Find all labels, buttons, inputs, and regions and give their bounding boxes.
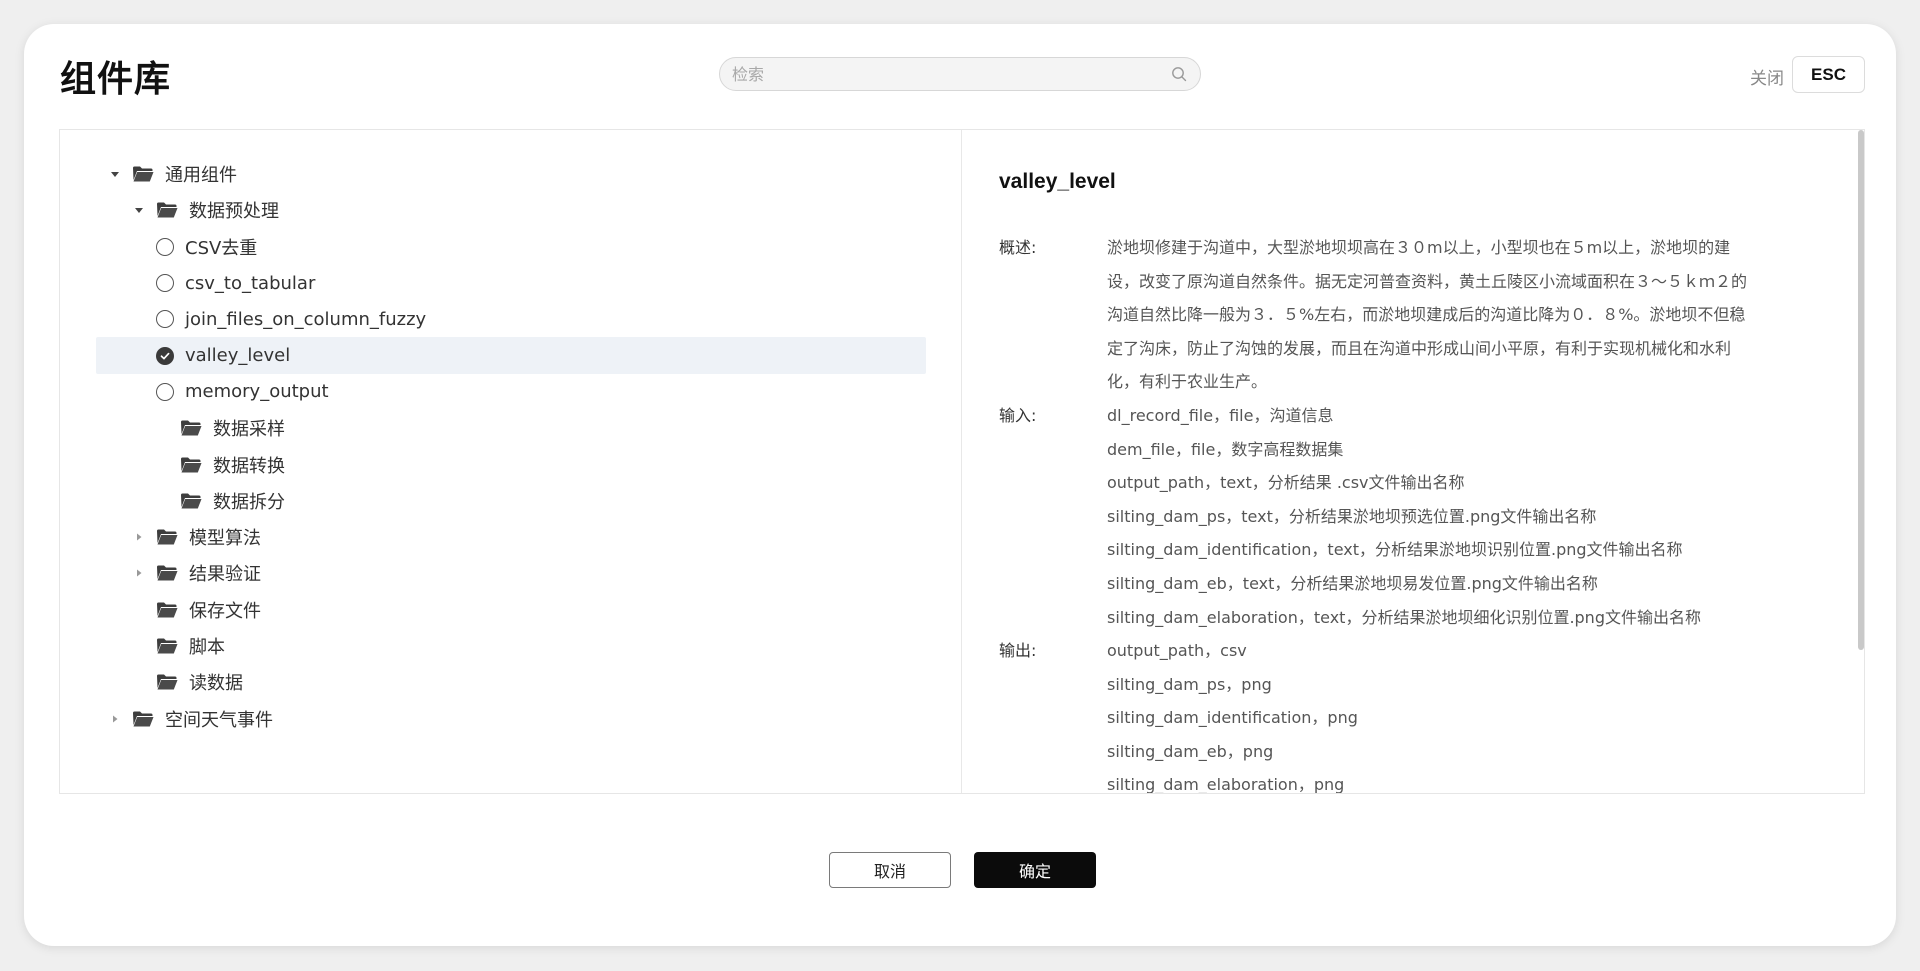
tree-item-1[interactable]: 数据预处理 bbox=[96, 192, 926, 228]
tree-item-2[interactable]: CSV去重 bbox=[96, 229, 926, 265]
component-name: valley_level bbox=[999, 170, 1116, 193]
folder-icon bbox=[132, 710, 154, 728]
tree-item-11[interactable]: 结果验证 bbox=[96, 555, 926, 591]
folder-icon bbox=[180, 492, 202, 510]
dialog-title: 组件库 bbox=[60, 59, 172, 100]
overview-section: 概述: 淤地坝修建于沟道中，大型淤地坝坝高在３０m以上，小型坝也在５m以上，淤地… bbox=[999, 231, 1839, 399]
tree-item-7[interactable]: 数据采样 bbox=[96, 410, 926, 446]
tree-item-10[interactable]: 模型算法 bbox=[96, 519, 926, 555]
tree-item-13[interactable]: 脚本 bbox=[96, 628, 926, 664]
folder-icon bbox=[156, 637, 178, 655]
caret-right-icon[interactable] bbox=[132, 530, 146, 544]
tree-item-label: 数据拆分 bbox=[213, 491, 285, 513]
output-item-line: silting_dam_eb，png bbox=[1107, 741, 1274, 761]
tree-item-9[interactable]: 数据拆分 bbox=[96, 483, 926, 519]
caret-right-icon[interactable] bbox=[132, 566, 146, 580]
tree-item-3[interactable]: csv_to_tabular bbox=[96, 265, 926, 301]
tree-item-label: 数据采样 bbox=[213, 419, 285, 441]
overview-line: 沟道自然比降一般为３．５%左右，而淤地坝建成后的沟道比降为０．８%。淤地坝不但稳 bbox=[1107, 305, 1746, 325]
tree-item-0[interactable]: 通用组件 bbox=[96, 156, 926, 192]
esc-close-button[interactable]: ESC bbox=[1792, 56, 1865, 93]
output-item-line: silting_dam_identification，png bbox=[1107, 708, 1358, 728]
tree-item-label: 读数据 bbox=[189, 673, 243, 695]
search-icon[interactable] bbox=[1170, 65, 1188, 83]
content-panel: 通用组件数据预处理 CSV去重 csv_to_tabular join_files_o… bbox=[59, 129, 1865, 794]
tree-item-6[interactable]: memory_output bbox=[96, 374, 926, 410]
caret-down-icon[interactable] bbox=[108, 167, 122, 181]
tree-item-label: 保存文件 bbox=[189, 600, 261, 622]
search-box[interactable] bbox=[719, 57, 1201, 91]
overview-line: 化，有利于农业生产。 bbox=[1107, 372, 1268, 392]
folder-icon bbox=[156, 673, 178, 691]
tree-item-label: CSV去重 bbox=[185, 237, 258, 259]
tree-item-label: 空间天气事件 bbox=[165, 709, 273, 731]
input-item-line: silting_dam_ps，text，分析结果淤地坝预选位置.png文件输出名… bbox=[1107, 506, 1597, 526]
tree-item-label: 通用组件 bbox=[165, 165, 237, 187]
folder-icon bbox=[156, 564, 178, 582]
caret-down-icon[interactable] bbox=[132, 203, 146, 217]
close-label[interactable]: 关闭 bbox=[1750, 64, 1784, 89]
input-label: 输入: bbox=[999, 406, 1037, 425]
output-item-line: output_path，csv bbox=[1107, 641, 1247, 660]
cancel-button[interactable]: 取消 bbox=[829, 852, 951, 888]
tree-item-label: join_files_on_column_fuzzy bbox=[185, 308, 427, 330]
input-item-line: silting_dam_eb，text，分析结果淤地坝易发位置.png文件输出名… bbox=[1107, 573, 1598, 593]
tree-item-14[interactable]: 读数据 bbox=[96, 664, 926, 700]
tree-item-label: 模型算法 bbox=[189, 528, 261, 550]
folder-icon bbox=[156, 201, 178, 219]
folder-icon bbox=[180, 456, 202, 474]
tree-item-4[interactable]: join_files_on_column_fuzzy bbox=[96, 301, 926, 337]
output-item-line: silting_dam_elaboration，png bbox=[1107, 775, 1345, 793]
component-tree: 通用组件数据预处理 CSV去重 csv_to_tabular join_files_o… bbox=[60, 156, 961, 737]
tree-item-12[interactable]: 保存文件 bbox=[96, 592, 926, 628]
tree-item-5[interactable]: valley_level bbox=[96, 337, 926, 374]
radio-unchecked[interactable] bbox=[156, 382, 174, 401]
radio-checked[interactable] bbox=[156, 346, 174, 365]
folder-icon bbox=[180, 419, 202, 437]
tree-item-label: csv_to_tabular bbox=[185, 272, 316, 294]
component-library-dialog: 组件库 关闭 ESC 通用组件数据预处理 CSV去重 csv_to_tabularj… bbox=[24, 24, 1896, 946]
search-input[interactable] bbox=[732, 64, 1170, 84]
dialog-footer: 取消 确定 bbox=[24, 852, 1896, 888]
folder-icon bbox=[132, 165, 154, 183]
overview-line: 淤地坝修建于沟道中，大型淤地坝坝高在３０m以上，小型坝也在５m以上，淤地坝的建 bbox=[1107, 238, 1731, 257]
folder-icon bbox=[156, 528, 178, 546]
output-list: output_path，csv silting_dam_ps，pngsilting… bbox=[1107, 634, 1827, 793]
input-item-line: dl_record_file，file，沟道信息 bbox=[1107, 406, 1334, 425]
tree-item-label: 数据预处理 bbox=[189, 201, 279, 223]
input-item-line: dem_file，file，数字高程数据集 bbox=[1107, 439, 1344, 459]
folder-icon bbox=[156, 601, 178, 619]
overview-line: 设，改变了原沟道自然条件。据无定河普查资料，黄土丘陵区小流域面积在３～５ｋｍ２的 bbox=[1107, 271, 1748, 291]
radio-unchecked[interactable] bbox=[156, 310, 174, 329]
caret-right-icon[interactable] bbox=[108, 712, 122, 726]
input-list: dl_record_file，file，沟道信息 dem_file，file，数字… bbox=[1107, 399, 1827, 634]
input-item-line: output_path，text，分析结果 .csv文件输出名称 bbox=[1107, 473, 1465, 493]
overview-label: 概述: bbox=[999, 238, 1037, 257]
output-section: 输出: output_path，csv silting_dam_ps，pngsil… bbox=[999, 634, 1839, 793]
overview-line: 定了沟床，防止了沟蚀的发展，而且在沟道中形成山间小平原，有利于实现机械化和水利 bbox=[1107, 338, 1732, 358]
detail-scrollbar[interactable] bbox=[1858, 130, 1864, 650]
tree-item-label: 数据转换 bbox=[213, 455, 285, 477]
confirm-button[interactable]: 确定 bbox=[974, 852, 1096, 888]
tree-item-label: valley_level bbox=[185, 345, 291, 367]
input-section: 输入: dl_record_file，file，沟道信息 dem_file，fil… bbox=[999, 399, 1839, 634]
radio-unchecked[interactable] bbox=[156, 274, 174, 293]
tree-item-15[interactable]: 空间天气事件 bbox=[96, 700, 926, 736]
tree-item-label: 脚本 bbox=[189, 637, 225, 658]
output-item-line: silting_dam_ps，png bbox=[1107, 674, 1272, 694]
component-detail-pane: valley_level 概述: 淤地坝修建于沟道中，大型淤地坝坝高在３０m以上… bbox=[962, 130, 1864, 793]
radio-unchecked[interactable] bbox=[156, 237, 174, 256]
input-item-line: silting_dam_elaboration，text，分析结果淤地坝细化识别… bbox=[1107, 607, 1701, 627]
tree-item-label: memory_output bbox=[185, 381, 329, 403]
overview-text: 淤地坝修建于沟道中，大型淤地坝坝高在３０m以上，小型坝也在５m以上，淤地坝的建设… bbox=[1107, 231, 1827, 399]
component-tree-pane: 通用组件数据预处理 CSV去重 csv_to_tabular join_files_o… bbox=[60, 130, 962, 793]
tree-item-8[interactable]: 数据转换 bbox=[96, 446, 926, 482]
input-item-line: silting_dam_identification，text，分析结果淤地坝识… bbox=[1107, 540, 1683, 560]
tree-item-label: 结果验证 bbox=[189, 564, 261, 586]
output-label: 输出: bbox=[999, 641, 1037, 660]
